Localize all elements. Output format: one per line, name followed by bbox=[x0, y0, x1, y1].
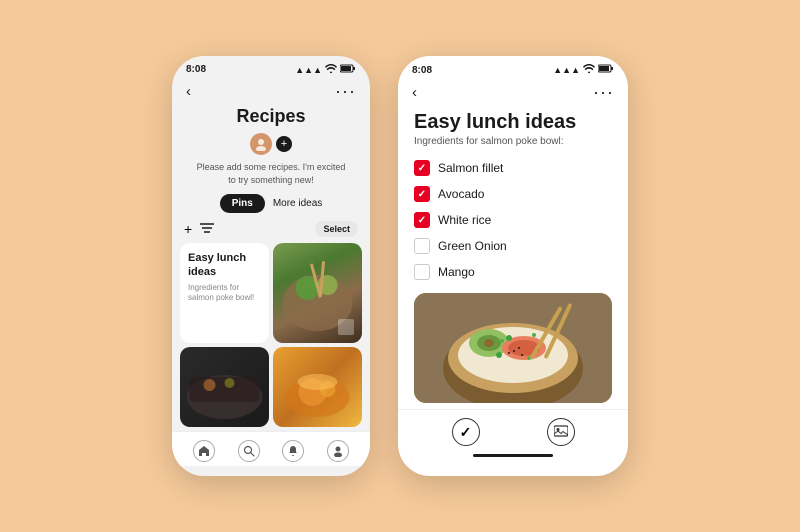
left-main-content: Recipes + Please add some recipes. I'm e… bbox=[172, 106, 370, 427]
checkbox-rice[interactable]: ✓ bbox=[414, 212, 430, 228]
avatar[interactable] bbox=[250, 133, 272, 155]
left-nav-bar: ‹ ··· bbox=[172, 79, 370, 106]
checkbox-mango[interactable] bbox=[414, 264, 430, 280]
food-bowl-image bbox=[414, 293, 612, 403]
image-button[interactable] bbox=[547, 418, 575, 446]
right-back-button[interactable]: ‹ bbox=[412, 84, 417, 101]
ingredient-greenonion: Green Onion bbox=[438, 239, 507, 253]
right-signal-icon: ▲▲▲ bbox=[553, 65, 580, 75]
list-item[interactable] bbox=[273, 347, 362, 427]
list-item[interactable]: Easy lunch ideas Ingredients for salmon … bbox=[180, 243, 269, 343]
checkbox-salmon[interactable]: ✓ bbox=[414, 160, 430, 176]
page-title: Recipes bbox=[236, 106, 305, 127]
tabs-row: Pins More ideas bbox=[220, 194, 323, 213]
ingredient-list: ✓ Salmon fillet ✓ Avocado ✓ White rice G… bbox=[398, 155, 628, 285]
right-status-bar: 8:08 ▲▲▲ bbox=[398, 56, 628, 80]
right-status-icons: ▲▲▲ bbox=[553, 64, 614, 76]
right-time: 8:08 bbox=[412, 65, 432, 76]
right-page-title: Easy lunch ideas bbox=[398, 107, 628, 136]
left-time: 8:08 bbox=[186, 64, 206, 75]
list-item[interactable]: ✓ Avocado bbox=[414, 181, 612, 207]
right-battery-icon bbox=[598, 64, 614, 76]
pin-title: Easy lunch ideas bbox=[188, 251, 261, 280]
pin-subtitle: Ingredients for salmon poke bowl! bbox=[188, 283, 261, 304]
tab-more-ideas[interactable]: More ideas bbox=[273, 198, 322, 209]
right-more-button[interactable]: ··· bbox=[593, 82, 614, 103]
ingredient-salmon: Salmon fillet bbox=[438, 161, 503, 175]
left-bottom-nav bbox=[172, 431, 370, 466]
right-bottom-nav: ✓ bbox=[398, 409, 628, 450]
toolbar-left: + bbox=[184, 221, 214, 237]
right-phone: 8:08 ▲▲▲ ‹ ··· Easy lunch ideas Ingredie… bbox=[398, 56, 628, 476]
right-nav-bar: ‹ ··· bbox=[398, 80, 628, 107]
checkmark-icon: ✓ bbox=[418, 189, 426, 200]
image-icon bbox=[554, 425, 568, 440]
left-status-icons: ▲▲▲ bbox=[295, 64, 356, 75]
battery-icon bbox=[340, 64, 356, 75]
left-more-button[interactable]: ··· bbox=[335, 81, 356, 102]
list-item[interactable] bbox=[180, 347, 269, 427]
list-item[interactable]: ✓ Salmon fillet bbox=[414, 155, 612, 181]
right-wifi-icon bbox=[583, 64, 595, 76]
checkmark-icon: ✓ bbox=[418, 215, 426, 226]
ingredient-rice: White rice bbox=[438, 213, 491, 227]
list-item[interactable]: Green Onion bbox=[414, 233, 612, 259]
home-nav-button[interactable] bbox=[193, 440, 215, 462]
profile-nav-button[interactable] bbox=[327, 440, 349, 462]
left-back-button[interactable]: ‹ bbox=[186, 83, 191, 100]
left-phone: 8:08 ▲▲▲ ‹ ··· Recipes + Please add some… bbox=[172, 56, 370, 476]
avatar-row: + bbox=[250, 133, 292, 155]
pins-grid: Easy lunch ideas Ingredients for salmon … bbox=[172, 243, 370, 427]
add-pin-button[interactable]: + bbox=[184, 221, 192, 237]
wifi-icon bbox=[325, 64, 337, 75]
check-icon: ✓ bbox=[460, 424, 472, 441]
list-item[interactable]: Mango bbox=[414, 259, 612, 285]
toolbar: + Select bbox=[172, 221, 370, 237]
list-item[interactable]: ✓ White rice bbox=[414, 207, 612, 233]
placeholder-message: Please add some recipes. I'm excited to … bbox=[172, 161, 370, 186]
right-subtitle: Ingredients for salmon poke bowl: bbox=[398, 136, 628, 155]
list-item[interactable] bbox=[273, 243, 362, 343]
search-nav-button[interactable] bbox=[238, 440, 260, 462]
left-status-bar: 8:08 ▲▲▲ bbox=[172, 56, 370, 79]
home-indicator bbox=[473, 454, 553, 457]
checkmark-icon: ✓ bbox=[418, 163, 426, 174]
signal-icon: ▲▲▲ bbox=[295, 65, 322, 75]
notifications-nav-button[interactable] bbox=[282, 440, 304, 462]
ingredient-mango: Mango bbox=[438, 265, 475, 279]
pin-text-content: Easy lunch ideas Ingredients for salmon … bbox=[180, 243, 269, 311]
select-button[interactable]: Select bbox=[315, 221, 358, 237]
tab-pins[interactable]: Pins bbox=[220, 194, 265, 213]
filter-icon[interactable] bbox=[200, 222, 214, 237]
checkbox-greenonion[interactable] bbox=[414, 238, 430, 254]
checkbox-avocado[interactable]: ✓ bbox=[414, 186, 430, 202]
add-avatar-button[interactable]: + bbox=[276, 136, 292, 152]
check-button[interactable]: ✓ bbox=[452, 418, 480, 446]
ingredient-avocado: Avocado bbox=[438, 187, 484, 201]
